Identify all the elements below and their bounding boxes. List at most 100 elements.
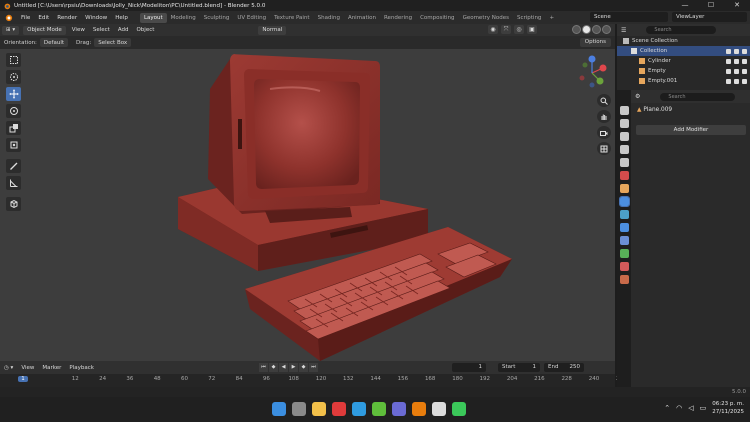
- data-icon[interactable]: [619, 249, 629, 258]
- perspective-grid-icon[interactable]: [597, 142, 611, 155]
- retro-computer-model[interactable]: [170, 49, 520, 361]
- timeline-menu-view[interactable]: View: [17, 365, 38, 371]
- wireframe-shading-icon[interactable]: [572, 25, 581, 34]
- tool-icon[interactable]: [619, 106, 629, 115]
- eye-icon[interactable]: [734, 58, 739, 64]
- xray-icon[interactable]: ▣: [527, 25, 537, 34]
- tab-sculpting[interactable]: Sculpting: [200, 13, 234, 23]
- pan-hand-icon[interactable]: [597, 110, 611, 123]
- menu-edit[interactable]: Edit: [34, 15, 53, 21]
- maximize-button[interactable]: ☐: [698, 0, 724, 11]
- modifier-icon[interactable]: [618, 196, 630, 207]
- select-box-icon[interactable]: [6, 53, 21, 67]
- tab-rendering[interactable]: Rendering: [380, 13, 416, 23]
- windows-start-icon[interactable]: [272, 402, 286, 416]
- solid-shading-icon[interactable]: [582, 25, 591, 34]
- outliner-item[interactable]: Empty.001: [617, 76, 750, 86]
- menu-object[interactable]: Object: [132, 26, 158, 35]
- gizmo-toggle-icon[interactable]: ⤧: [501, 25, 511, 34]
- checkbox-icon[interactable]: [726, 78, 731, 84]
- camera-icon[interactable]: [742, 58, 747, 64]
- youtube-icon[interactable]: [332, 402, 346, 416]
- scale-icon[interactable]: [6, 121, 21, 135]
- menu-view[interactable]: View: [68, 26, 89, 35]
- blender-menu-icon[interactable]: [4, 13, 13, 22]
- properties-editor-icon[interactable]: ⚙: [635, 93, 640, 100]
- annotate-icon[interactable]: [6, 159, 21, 173]
- close-button[interactable]: ✕: [724, 0, 750, 11]
- constraints-icon[interactable]: [619, 236, 629, 245]
- move-icon[interactable]: [6, 87, 21, 101]
- whatsapp-icon[interactable]: [452, 402, 466, 416]
- output-icon[interactable]: [619, 132, 629, 141]
- tab-scripting[interactable]: Scripting: [513, 13, 545, 23]
- jump-end-icon[interactable]: ⏭: [309, 363, 318, 372]
- eye-icon[interactable]: [734, 68, 739, 74]
- timeline-ruler[interactable]: 1 12 24 36 48 60 72 84 96 108 120 132 144 156 168 180 19…: [0, 374, 627, 387]
- view-layer-icon[interactable]: [619, 145, 629, 154]
- transform-icon[interactable]: [6, 138, 21, 152]
- tab-layout[interactable]: Layout: [139, 12, 167, 23]
- task-view-icon[interactable]: [292, 402, 306, 416]
- material-shading-icon[interactable]: [592, 25, 601, 34]
- app-icon[interactable]: [432, 402, 446, 416]
- blender-icon[interactable]: [412, 402, 426, 416]
- camera-icon[interactable]: [742, 48, 747, 54]
- eye-icon[interactable]: [734, 78, 739, 84]
- zoom-icon[interactable]: [597, 94, 611, 107]
- edge-icon[interactable]: [352, 402, 366, 416]
- outliner-item[interactable]: Collection: [617, 46, 750, 56]
- 3d-viewport[interactable]: [0, 49, 615, 361]
- outliner-search-input[interactable]: Search: [646, 26, 717, 34]
- menu-help[interactable]: Help: [111, 15, 132, 21]
- wifi-icon[interactable]: ◠: [676, 404, 682, 412]
- world-icon[interactable]: [619, 171, 629, 180]
- options-button[interactable]: Options: [579, 38, 611, 47]
- mode-dropdown[interactable]: Object Mode: [23, 25, 66, 35]
- menu-add[interactable]: Add: [114, 26, 133, 35]
- texture-icon[interactable]: [619, 275, 629, 284]
- material-icon[interactable]: [619, 262, 629, 271]
- rotate-icon[interactable]: [6, 104, 21, 118]
- view-layer-selector[interactable]: ViewLayer: [672, 12, 747, 22]
- navigation-gizmo[interactable]: [573, 54, 611, 92]
- outliner-item[interactable]: Scene Collection: [617, 36, 750, 46]
- menu-file[interactable]: File: [17, 15, 34, 21]
- upwork-icon[interactable]: [372, 402, 386, 416]
- scene-icon[interactable]: [619, 158, 629, 167]
- render-icon[interactable]: [619, 119, 629, 128]
- outliner-editor-icon[interactable]: ☰: [621, 27, 626, 34]
- visibility-icon[interactable]: ◉: [488, 25, 498, 34]
- menu-window[interactable]: Window: [81, 15, 111, 21]
- volume-icon[interactable]: ◁: [688, 404, 693, 412]
- tab-shading[interactable]: Shading: [314, 13, 344, 23]
- scene-selector[interactable]: Scene: [590, 12, 668, 22]
- menu-select[interactable]: Select: [89, 26, 114, 35]
- tab-geometry-nodes[interactable]: Geometry Nodes: [459, 13, 513, 23]
- orientation-dropdown[interactable]: Default: [39, 38, 69, 47]
- checkbox-icon[interactable]: [726, 58, 731, 64]
- transform-orientation-dropdown[interactable]: Normal: [258, 25, 287, 35]
- outliner-item[interactable]: Cylinder: [617, 56, 750, 66]
- minimize-button[interactable]: —: [672, 0, 698, 11]
- outliner-item[interactable]: Empty: [617, 66, 750, 76]
- overlay-toggle-icon[interactable]: ◎: [514, 25, 524, 34]
- timeline-editor-type-button[interactable]: ◷ ▾: [0, 365, 17, 371]
- play-reverse-icon[interactable]: ◀: [279, 363, 288, 372]
- timeline-menu-playback[interactable]: Playback: [65, 365, 98, 371]
- tab-animation[interactable]: Animation: [344, 13, 380, 23]
- tray-chevron-icon[interactable]: ⌃: [664, 404, 670, 412]
- particles-icon[interactable]: [619, 210, 629, 219]
- file-explorer-icon[interactable]: [312, 402, 326, 416]
- jump-key-back-icon[interactable]: ◆: [269, 363, 278, 372]
- current-frame-field[interactable]: 1: [452, 363, 486, 372]
- timeline-menu-marker[interactable]: Marker: [38, 365, 65, 371]
- play-icon[interactable]: ▶: [289, 363, 298, 372]
- eye-icon[interactable]: [734, 48, 739, 54]
- camera-view-icon[interactable]: [597, 126, 611, 139]
- measure-icon[interactable]: [6, 176, 21, 190]
- tab-texture-paint[interactable]: Texture Paint: [270, 13, 314, 23]
- physics-icon[interactable]: [619, 223, 629, 232]
- tab-modeling[interactable]: Modeling: [167, 13, 200, 23]
- add-workspace-button[interactable]: +: [545, 13, 558, 23]
